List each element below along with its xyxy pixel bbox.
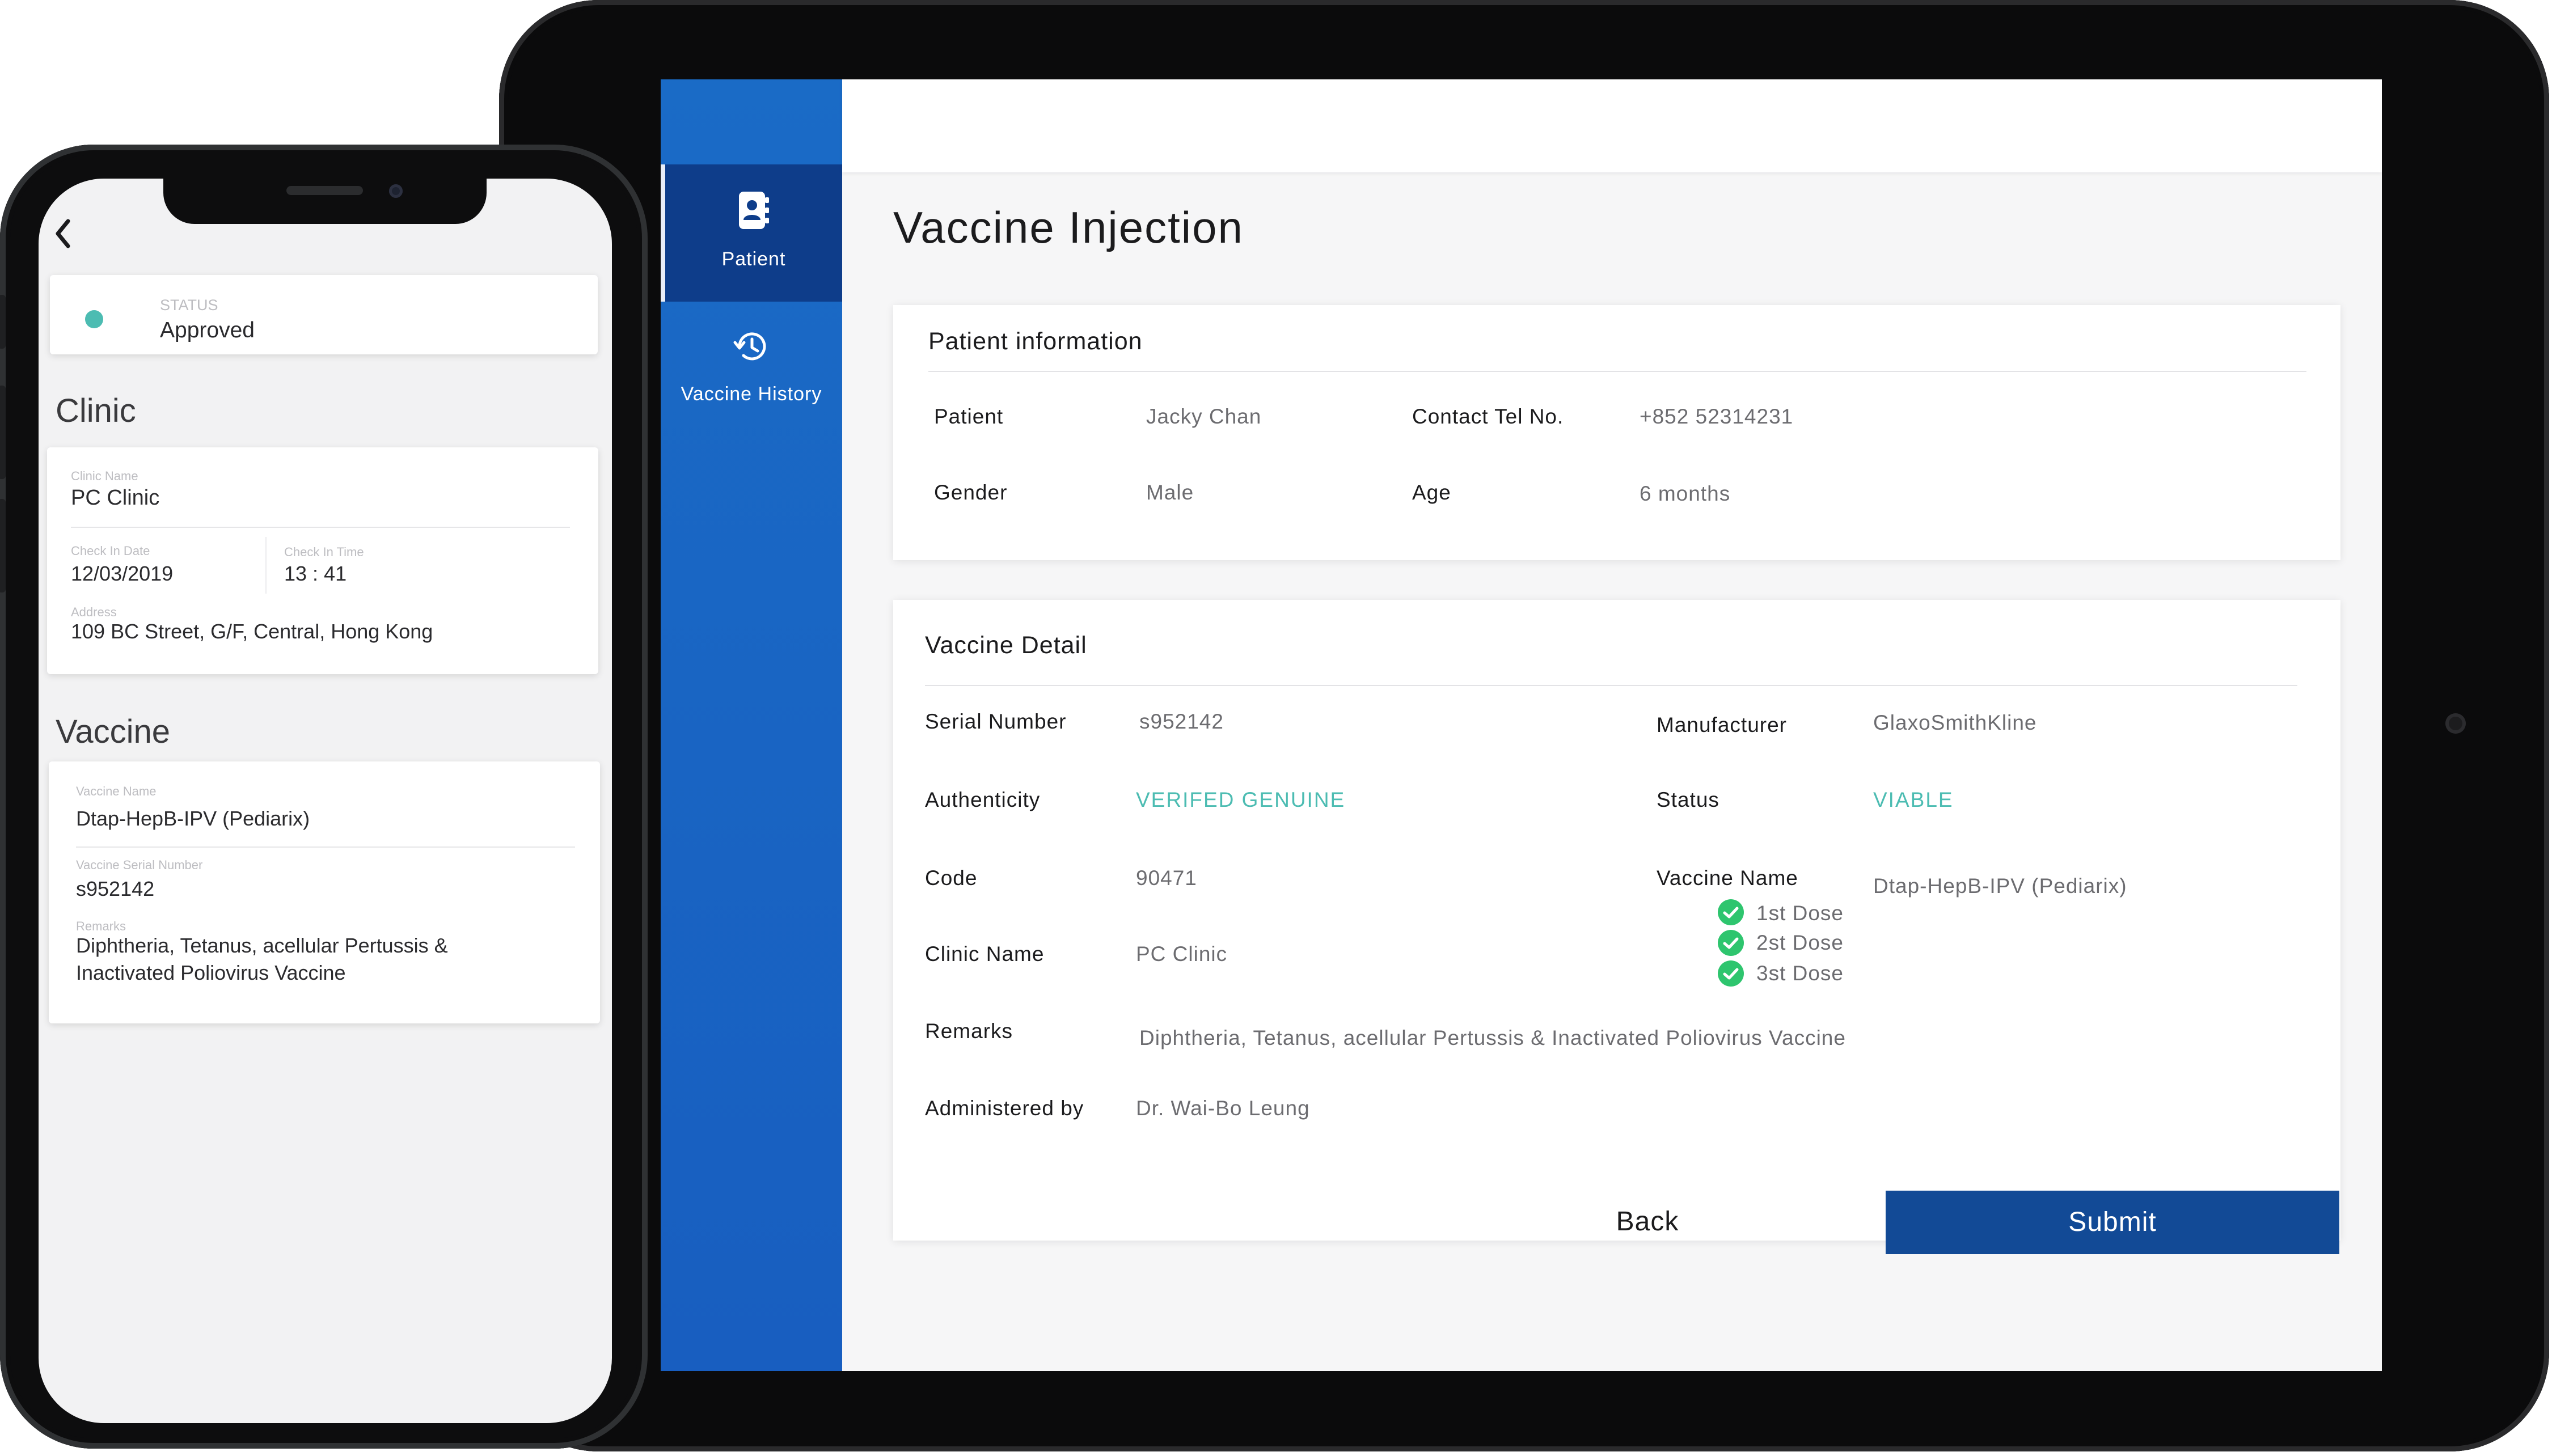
phone-side-button — [0, 386, 6, 479]
check-in-date-value: 12/03/2019 — [71, 562, 174, 585]
divider — [925, 685, 2297, 686]
check-in-date-label: Check In Date — [71, 544, 150, 558]
tablet-camera — [2445, 713, 2466, 734]
status-label: Status — [1657, 788, 1719, 811]
chevron-left-icon[interactable] — [51, 217, 74, 251]
code-label: Code — [925, 866, 978, 890]
divider — [928, 371, 2306, 372]
status-card: STATUS Approved — [50, 275, 598, 354]
phone-side-button — [0, 295, 6, 349]
manufacturer-value: GlaxoSmithKline — [1873, 711, 2037, 734]
clinic-name-value: PC Clinic — [1136, 942, 1228, 966]
vaccine-name-value: Dtap-HepB-IPV (Pediarix) — [76, 807, 310, 830]
divider — [76, 846, 575, 848]
check-icon — [1718, 960, 1744, 987]
age-value: 6 months — [1640, 482, 1731, 505]
contact-book-icon — [739, 192, 769, 229]
dose-item: 3st Dose — [1756, 962, 1844, 985]
phone-speaker — [286, 186, 363, 195]
clinic-name-label: Clinic Name — [71, 469, 138, 483]
clinic-name-value: PC Clinic — [71, 486, 160, 510]
vaccine-card: Vaccine Name Dtap-HepB-IPV (Pediarix) Va… — [49, 761, 600, 1023]
serial-number-value: s952142 — [1139, 710, 1224, 733]
divider — [71, 527, 570, 528]
patient-info-card: Patient information Patient Jacky Chan C… — [893, 305, 2340, 560]
remarks-line: Diphtheria, Tetanus, acellular Pertussis… — [76, 934, 448, 957]
check-in-time-label: Check In Time — [284, 545, 364, 559]
phone-screen: STATUS Approved Clinic Clinic Name PC Cl… — [39, 179, 612, 1423]
patient-info-title: Patient information — [928, 328, 1143, 355]
gender-value: Male — [1146, 481, 1194, 504]
tablet-screen: Patient Vaccine History Vaccine Injectio… — [661, 79, 2382, 1371]
contact-tel-value: +852 52314231 — [1640, 405, 1794, 428]
clinic-section-title: Clinic — [56, 392, 136, 429]
sidebar-item-patient[interactable]: Patient — [661, 164, 842, 302]
back-button[interactable]: Back — [1574, 1191, 1721, 1253]
contact-tel-label: Contact Tel No. — [1412, 405, 1564, 428]
dose-item: 1st Dose — [1756, 901, 1844, 925]
status-label: STATUS — [160, 297, 218, 314]
clinic-name-label: Clinic Name — [925, 942, 1045, 966]
check-in-time-value: 13 : 41 — [284, 562, 347, 585]
manufacturer-label: Manufacturer — [1657, 713, 1787, 737]
authenticity-value: VERIFED GENUINE — [1136, 788, 1346, 811]
vaccine-detail-card: Vaccine Detail Serial Number s952142 Man… — [893, 600, 2340, 1241]
history-icon — [733, 332, 766, 361]
sidebar: Patient Vaccine History — [661, 79, 842, 1371]
submit-button[interactable]: Submit — [1886, 1191, 2339, 1254]
check-icon — [1718, 899, 1744, 925]
address-label: Address — [71, 605, 117, 619]
page-title: Vaccine Injection — [893, 202, 1244, 252]
status-value: VIABLE — [1873, 788, 1954, 811]
authenticity-label: Authenticity — [925, 788, 1041, 811]
vaccine-detail-title: Vaccine Detail — [925, 632, 1087, 659]
sidebar-item-label: Patient — [721, 248, 786, 270]
vaccine-name-label: Vaccine Name — [1657, 866, 1798, 890]
gender-label: Gender — [934, 481, 1008, 504]
divider — [265, 537, 267, 594]
check-icon — [1718, 930, 1744, 956]
remarks-label: Remarks — [76, 919, 126, 933]
vaccine-name-label: Vaccine Name — [76, 784, 157, 798]
patient-value: Jacky Chan — [1146, 405, 1262, 428]
phone-notch — [163, 176, 487, 224]
dose-item: 2st Dose — [1756, 931, 1844, 954]
vaccine-section-title: Vaccine — [56, 713, 171, 750]
sidebar-item-label: Vaccine History — [681, 383, 822, 405]
age-label: Age — [1412, 481, 1451, 504]
remarks-line: Inactivated Poliovirus Vaccine — [76, 961, 346, 984]
sidebar-item-vaccine-history[interactable]: Vaccine History — [661, 302, 842, 439]
remarks-value: Diphtheria, Tetanus, acellular Pertussis… — [1139, 1026, 1846, 1049]
phone-camera — [389, 184, 403, 198]
top-bar — [842, 79, 2382, 172]
code-value: 90471 — [1136, 866, 1197, 890]
serial-number-label: Serial Number — [925, 710, 1067, 733]
vaccine-serial-value: s952142 — [76, 877, 155, 900]
administered-by-label: Administered by — [925, 1097, 1084, 1120]
phone-side-button — [0, 499, 6, 592]
administered-by-value: Dr. Wai-Bo Leung — [1136, 1097, 1310, 1120]
vaccine-name-value: Dtap-HepB-IPV (Pediarix) — [1873, 874, 2127, 898]
patient-label: Patient — [934, 405, 1004, 428]
status-dot — [85, 310, 103, 328]
remarks-label: Remarks — [925, 1019, 1013, 1043]
address-value: 109 BC Street, G/F, Central, Hong Kong — [71, 620, 433, 643]
vaccine-serial-label: Vaccine Serial Number — [76, 858, 203, 872]
clinic-card: Clinic Name PC Clinic Check In Date 12/0… — [47, 447, 598, 674]
status-value: Approved — [160, 318, 255, 342]
